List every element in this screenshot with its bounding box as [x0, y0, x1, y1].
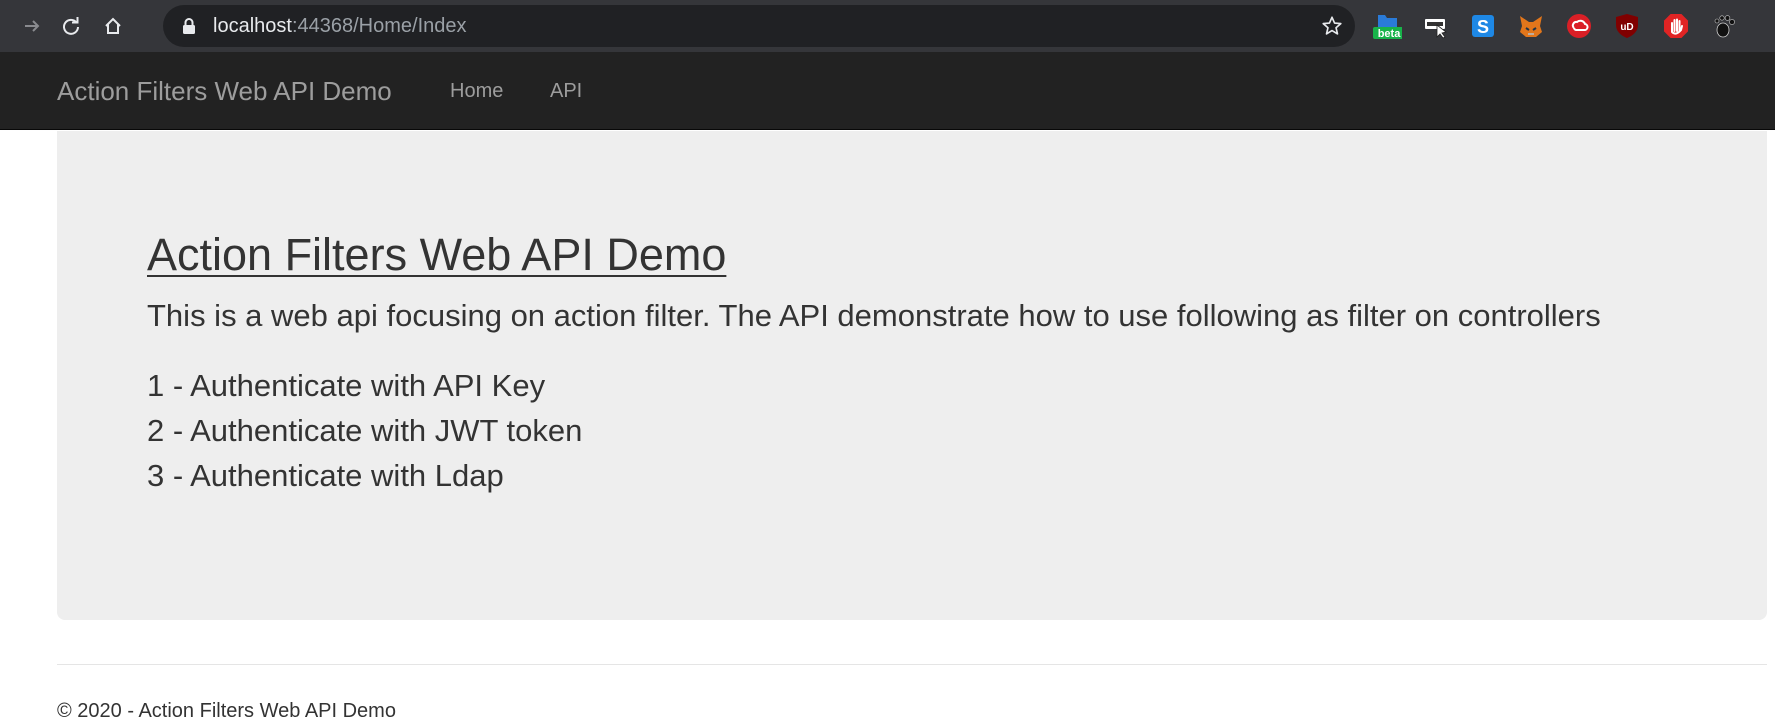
lock-icon: [183, 18, 195, 34]
footer-copyright: © 2020 - Action Filters Web API Demo: [57, 700, 396, 722]
home-icon: [105, 17, 121, 34]
site-navbar: Action Filters Web API Demo Home API: [0, 52, 1775, 130]
adobe-cloud-icon[interactable]: [1564, 11, 1594, 41]
forward-button[interactable]: [14, 8, 50, 44]
address-bar[interactable]: localhost:44368/Home/Index: [163, 5, 1355, 47]
ublock-origin-icon[interactable]: uD: [1612, 11, 1642, 41]
reload-button[interactable]: [53, 8, 89, 44]
nav-link-api[interactable]: API: [550, 52, 582, 130]
arrow-right-icon: [25, 20, 40, 32]
document-cursor-icon: [1425, 19, 1447, 39]
pdf-extension-icon[interactable]: [1421, 11, 1451, 41]
feature-list: 1 - Authenticate with API Key 2 - Authen…: [147, 363, 582, 498]
beta-folder-extension-icon[interactable]: beta: [1372, 11, 1402, 41]
list-item: 2 - Authenticate with JWT token: [147, 413, 583, 448]
jumbotron: Action Filters Web API Demo This is a we…: [57, 131, 1767, 620]
home-button[interactable]: [95, 8, 131, 44]
creative-cloud-icon: [1567, 14, 1591, 38]
list-item: 1 - Authenticate with API Key: [147, 368, 546, 403]
skype-glyph: S: [1477, 17, 1489, 37]
jumbotron-title-link[interactable]: Action Filters Web API Demo: [147, 229, 726, 281]
navbar-brand-link[interactable]: Action Filters Web API Demo: [57, 52, 392, 130]
s-logo-icon: S: [1472, 15, 1494, 37]
reload-icon: [63, 17, 79, 35]
url-text: localhost:44368/Home/Index: [213, 5, 467, 47]
beta-badge: beta: [1378, 28, 1402, 40]
footer-divider: [57, 664, 1767, 665]
bookmark-star-icon[interactable]: [1321, 15, 1343, 37]
metamask-fox-icon[interactable]: [1516, 11, 1546, 41]
hand-icon: [1664, 14, 1688, 38]
folder-icon: beta: [1373, 15, 1402, 40]
fox-icon: [1520, 16, 1542, 37]
stop-hand-icon[interactable]: [1661, 11, 1691, 41]
nav-link-home[interactable]: Home: [450, 52, 503, 130]
list-item: 3 - Authenticate with Ldap: [147, 458, 504, 493]
gnome-foot-icon[interactable]: [1709, 11, 1739, 41]
jumbotron-lead: This is a web api focusing on action fil…: [147, 298, 1601, 333]
url-path: :44368/Home/Index: [291, 15, 467, 37]
skype-extension-icon[interactable]: S: [1468, 11, 1498, 41]
foot-icon: [1714, 15, 1735, 38]
ublock-glyph: uD: [1620, 22, 1633, 33]
browser-toolbar: localhost:44368/Home/Index beta S uD: [0, 0, 1775, 52]
shield-icon: uD: [1616, 14, 1638, 38]
url-host: localhost: [213, 15, 292, 37]
